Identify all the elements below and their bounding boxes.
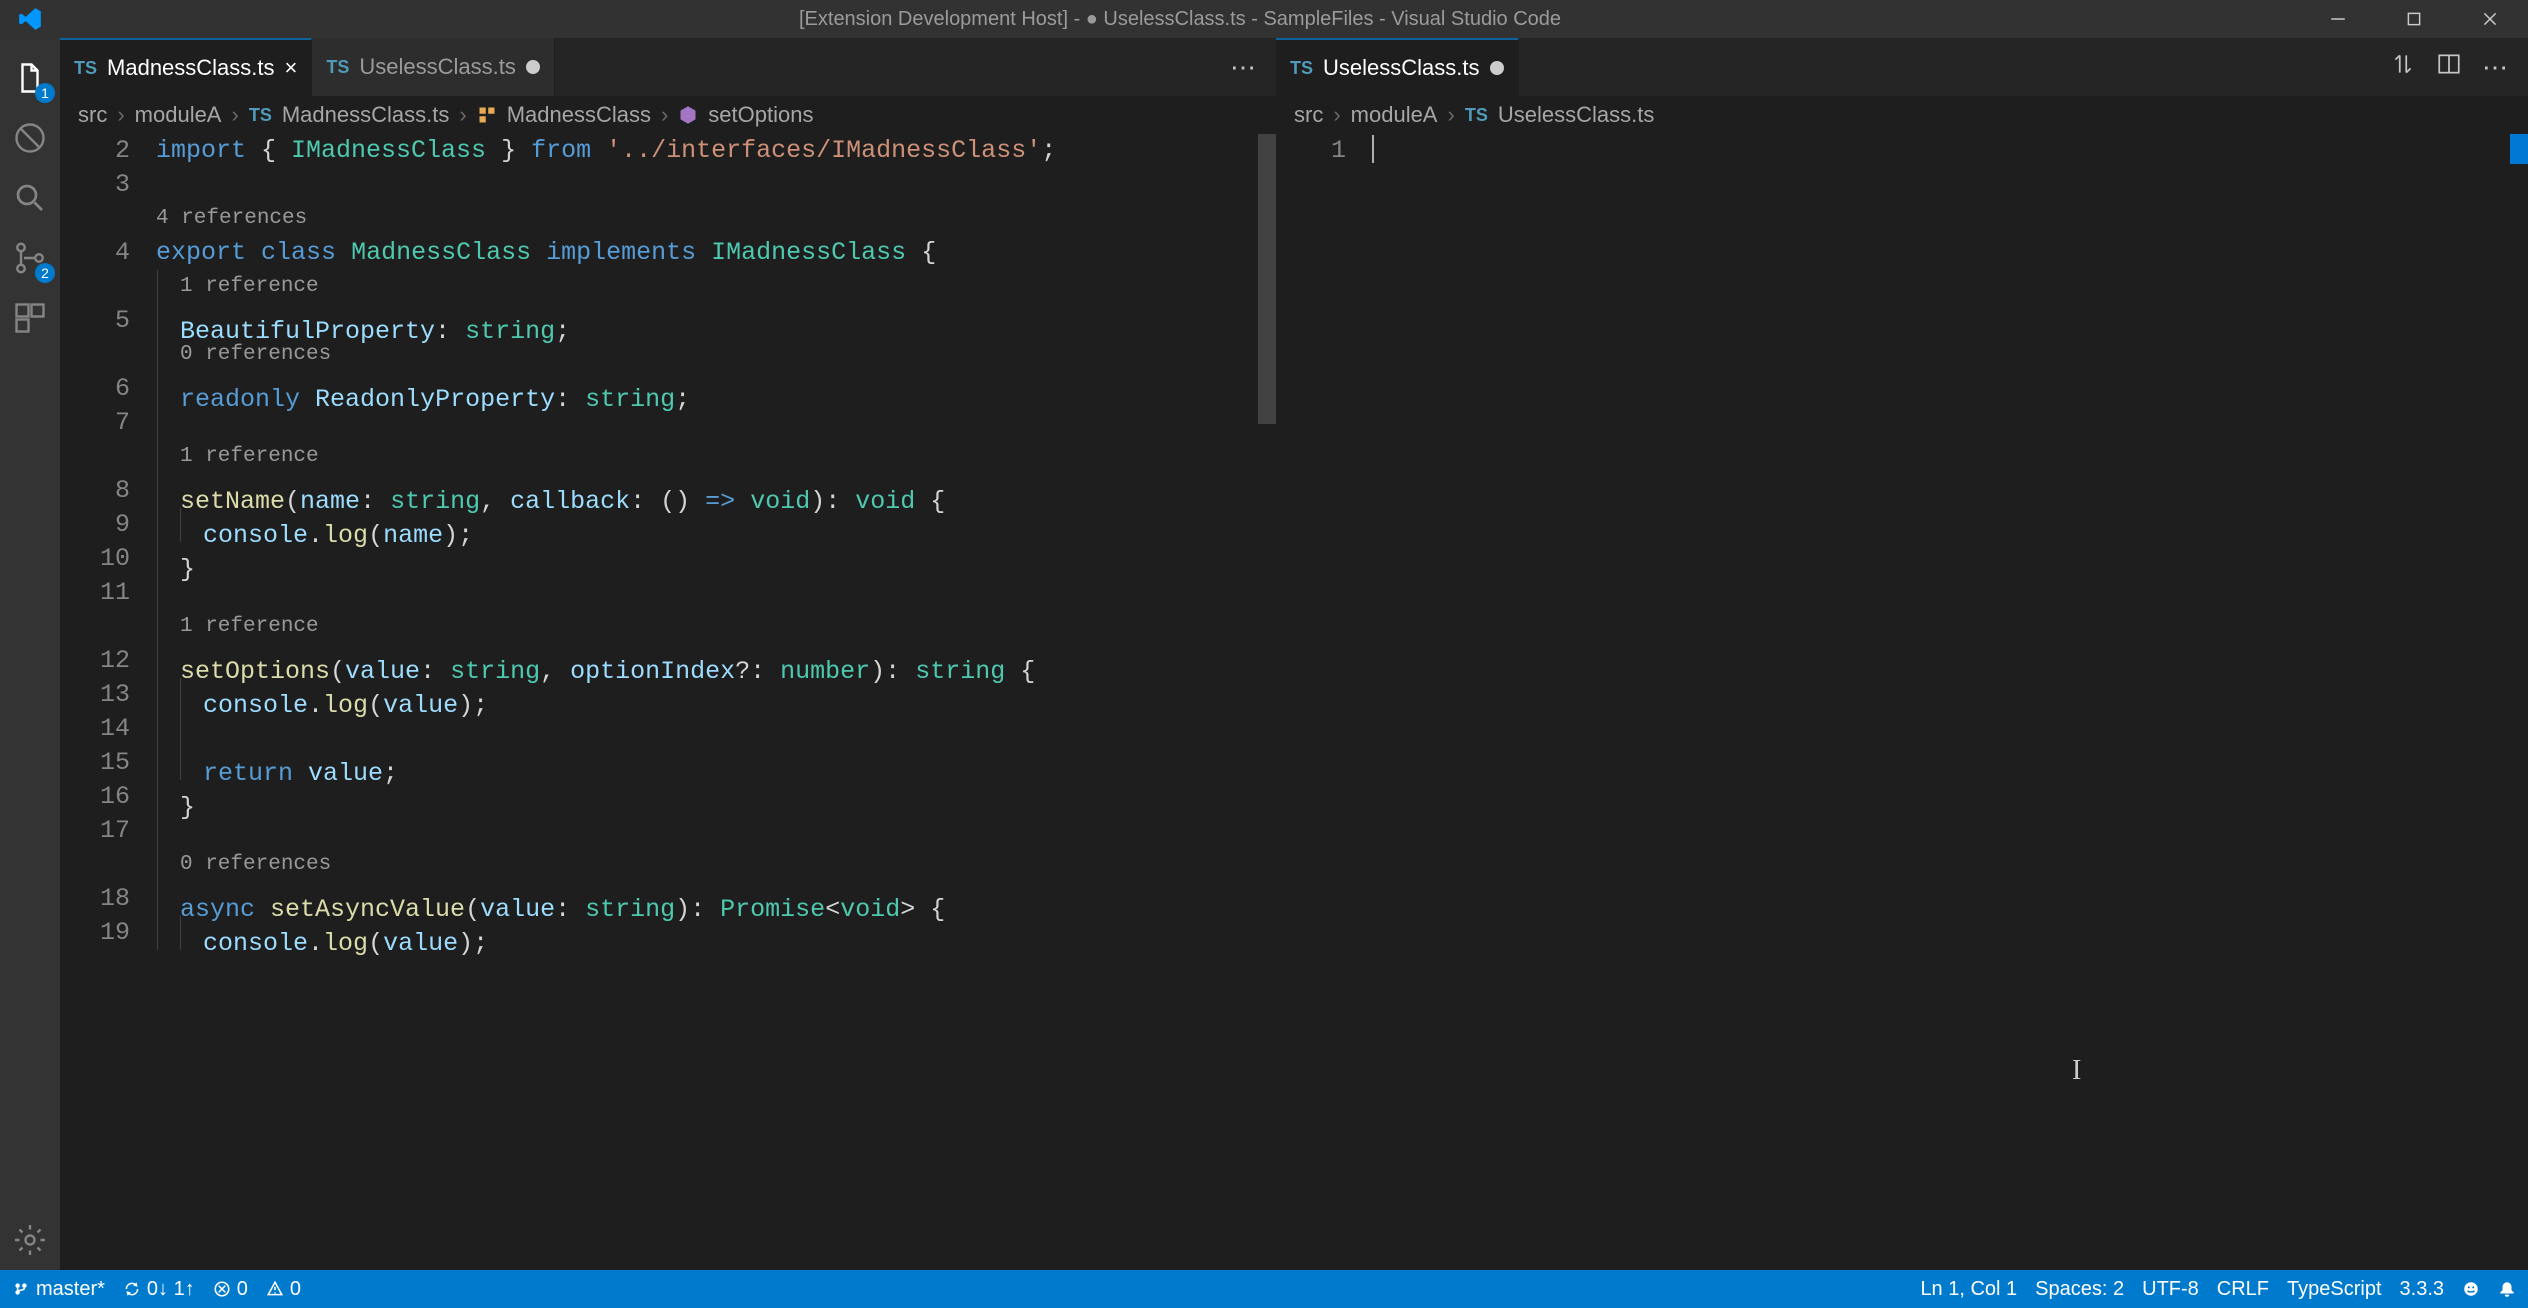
tab-label: MadnessClass.ts [107,55,275,81]
breadcrumb-seg[interactable]: MadnessClass.ts [282,102,450,128]
dirty-indicator-icon [526,60,540,74]
editor-group-1: TS MadnessClass.ts × TS UselessClass.ts … [60,38,1276,1270]
codelens[interactable]: 1 reference [156,440,1276,474]
codelens[interactable]: 0 references [156,848,1276,882]
tabs-row-right: TS UselessClass.ts ⋯ [1276,38,2528,96]
chevron-right-icon: › [661,102,668,128]
overview-ruler-mark [2510,134,2528,164]
ts-version-item[interactable]: 3.3.3 [2400,1278,2444,1301]
breadcrumb-seg[interactable]: moduleA [1351,102,1438,128]
warnings-item[interactable]: 0 [266,1278,301,1301]
codelens[interactable]: 1 reference [156,610,1276,644]
minimize-button[interactable] [2300,0,2376,38]
code-body[interactable]: I [1372,134,2528,1270]
code-body[interactable]: import { IMadnessClass } from '../interf… [156,134,1276,1270]
breadcrumb-seg[interactable]: moduleA [135,102,222,128]
text-cursor-icon: I [2072,1054,2081,1088]
feedback-icon[interactable] [2462,1280,2480,1298]
chevron-right-icon: › [117,102,124,128]
codelens[interactable]: 4 references [156,202,1276,236]
breadcrumb-seg[interactable]: UselessClass.ts [1498,102,1654,128]
more-actions-icon[interactable]: ⋯ [2482,52,2510,83]
sync-item[interactable]: 0↓ 1↑ [123,1278,195,1301]
chevron-right-icon: › [232,102,239,128]
dirty-indicator-icon [1490,61,1504,75]
search-icon[interactable] [0,168,60,228]
source-control-icon[interactable]: 2 [0,228,60,288]
window-title: [Extension Development Host] - ● Useless… [60,8,2300,31]
tab-label: UselessClass.ts [1323,55,1479,81]
tab-uselessclass-right[interactable]: TS UselessClass.ts [1276,38,1519,96]
text-cursor [1372,135,1374,163]
typescript-file-icon: TS [1290,58,1313,79]
notifications-icon[interactable] [2498,1280,2516,1298]
breadcrumbs-left[interactable]: src › moduleA › TS MadnessClass.ts › Mad… [60,96,1276,134]
eol-item[interactable]: CRLF [2217,1278,2269,1301]
tabs-row-left: TS MadnessClass.ts × TS UselessClass.ts … [60,38,1276,96]
settings-gear-icon[interactable] [0,1210,60,1270]
status-bar: master* 0↓ 1↑ 0 0 Ln 1, Col 1 Spaces: 2 … [0,1270,2528,1308]
close-icon[interactable]: × [285,55,298,81]
breadcrumb-seg[interactable]: setOptions [708,102,813,128]
circle-slash-icon[interactable] [0,108,60,168]
explorer-icon[interactable]: 1 [0,48,60,108]
codelens[interactable]: 1 reference [156,270,1276,304]
vscode-logo-icon [0,6,60,32]
activity-bar: 1 2 [0,38,60,1270]
symbol-method-icon [678,105,698,125]
tab-madnessclass[interactable]: TS MadnessClass.ts × [60,38,312,96]
breadcrumb-seg[interactable]: MadnessClass [507,102,651,128]
breadcrumb-seg[interactable]: src [78,102,107,128]
errors-item[interactable]: 0 [213,1278,248,1301]
editor-group-2: TS UselessClass.ts ⋯ src › moduleA [1276,38,2528,1270]
codelens[interactable]: 0 references [156,338,1276,372]
indent-item[interactable]: Spaces: 2 [2035,1278,2124,1301]
symbol-class-icon [477,105,497,125]
title-bar: [Extension Development Host] - ● Useless… [0,0,2528,38]
close-window-button[interactable] [2452,0,2528,38]
code-editor-left[interactable]: 2 3 4 5 6 7 8 9 10 11 [60,134,1276,1270]
more-actions-icon[interactable]: ⋯ [1230,52,1258,83]
compare-changes-icon[interactable] [2390,51,2416,83]
tab-label: UselessClass.ts [359,54,515,80]
tab-uselessclass-left[interactable]: TS UselessClass.ts [312,38,555,96]
code-editor-right[interactable]: 1 I [1276,134,2528,1270]
language-item[interactable]: TypeScript [2287,1278,2381,1301]
typescript-file-icon: TS [1465,105,1488,126]
typescript-file-icon: TS [74,58,97,79]
split-editor-icon[interactable] [2436,51,2462,83]
scm-badge: 2 [35,263,55,283]
line-gutter: 2 3 4 5 6 7 8 9 10 11 [60,134,156,1270]
git-branch-item[interactable]: master* [12,1278,105,1301]
chevron-right-icon: › [459,102,466,128]
typescript-file-icon: TS [326,57,349,78]
breadcrumbs-right[interactable]: src › moduleA › TS UselessClass.ts [1276,96,2528,134]
explorer-badge: 1 [35,83,55,103]
typescript-file-icon: TS [249,105,272,126]
cursor-pos-item[interactable]: Ln 1, Col 1 [1920,1278,2017,1301]
breadcrumb-seg[interactable]: src [1294,102,1323,128]
encoding-item[interactable]: UTF-8 [2142,1278,2199,1301]
maximize-button[interactable] [2376,0,2452,38]
line-gutter: 1 [1276,134,1372,1270]
extensions-icon[interactable] [0,288,60,348]
chevron-right-icon: › [1333,102,1340,128]
chevron-right-icon: › [1448,102,1455,128]
